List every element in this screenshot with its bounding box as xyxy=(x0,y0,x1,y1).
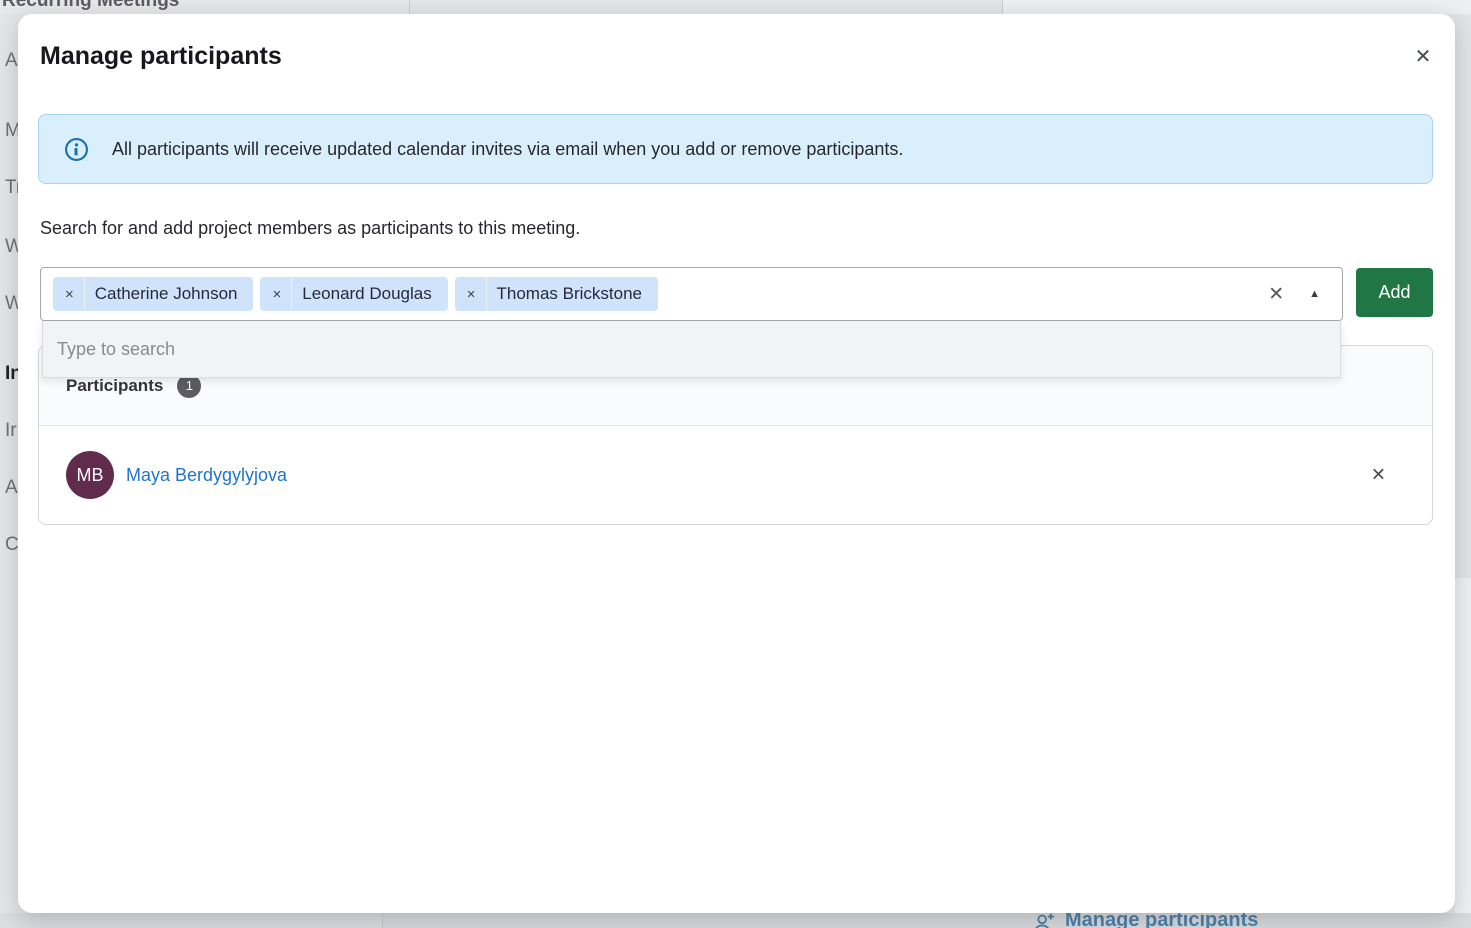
avatar: MB xyxy=(66,451,114,499)
participants-header-label: Participants xyxy=(66,376,163,396)
background-right-edge: it ⚙ xyxy=(1455,14,1471,913)
info-alert: All participants will receive updated ca… xyxy=(38,114,1433,184)
clear-all-icon[interactable]: ✕ xyxy=(1262,283,1290,306)
participant-name-link[interactable]: Maya Berdygylyjova xyxy=(126,465,287,486)
manage-participants-modal: Manage participants ✕ All participants w… xyxy=(18,14,1455,913)
remove-participant-icon[interactable]: ✕ xyxy=(1361,459,1396,492)
background-list-item: Ir xyxy=(5,420,17,442)
info-icon xyxy=(64,137,89,162)
background-list-item: M xyxy=(5,120,18,142)
background-panel-left: Recurring Meetings xyxy=(0,0,410,14)
background-panel-middle xyxy=(410,0,1003,14)
participant-row: MB Maya Berdygylyjova ✕ xyxy=(39,426,1432,524)
background-bottom-right: Manage participants xyxy=(383,913,1471,928)
background-manage-participants-link[interactable]: Manage participants xyxy=(1033,913,1258,928)
token-chip: × Thomas Brickstone xyxy=(455,277,658,311)
dropdown-hint: Type to search xyxy=(43,321,1340,377)
background-panel-right xyxy=(1003,0,1471,14)
background-left-edge-list: A M Tr W W In Ir A C xyxy=(0,14,18,913)
token-remove-icon[interactable]: × xyxy=(53,277,85,311)
background-manage-participants-label: Manage participants xyxy=(1065,913,1258,928)
background-list-item: W xyxy=(5,293,18,315)
background-list-item-active: In xyxy=(5,363,18,385)
search-dropdown: Type to search xyxy=(42,321,1341,378)
modal-title: Manage participants xyxy=(40,42,282,71)
token-chip: × Leonard Douglas xyxy=(260,277,447,311)
background-list-item: W xyxy=(5,236,18,258)
background-list-item: C xyxy=(5,534,18,556)
participant-search-input[interactable]: × Catherine Johnson × Leonard Douglas × … xyxy=(40,267,1343,321)
token-remove-icon[interactable]: × xyxy=(455,277,487,311)
background-bottom-left xyxy=(0,913,383,928)
background-list-item: Tr xyxy=(5,177,18,199)
add-button[interactable]: Add xyxy=(1356,268,1433,317)
token-chip: × Catherine Johnson xyxy=(53,277,253,311)
person-plus-icon xyxy=(1033,913,1055,928)
token-label: Catherine Johnson xyxy=(85,284,254,304)
modal-description: Search for and add project members as pa… xyxy=(40,218,580,239)
chevron-up-icon[interactable]: ▲ xyxy=(1297,288,1330,300)
close-icon[interactable]: ✕ xyxy=(1405,38,1441,74)
token-label: Leonard Douglas xyxy=(292,284,447,304)
token-remove-icon[interactable]: × xyxy=(260,277,292,311)
background-list-item: A xyxy=(5,50,18,72)
alert-text: All participants will receive updated ca… xyxy=(112,139,903,160)
background-heading-recurring-meetings: Recurring Meetings xyxy=(2,0,179,12)
token-label: Thomas Brickstone xyxy=(487,284,659,304)
background-list-item: A xyxy=(5,477,18,499)
background-right-panel: it ⚙ xyxy=(1455,578,1471,913)
